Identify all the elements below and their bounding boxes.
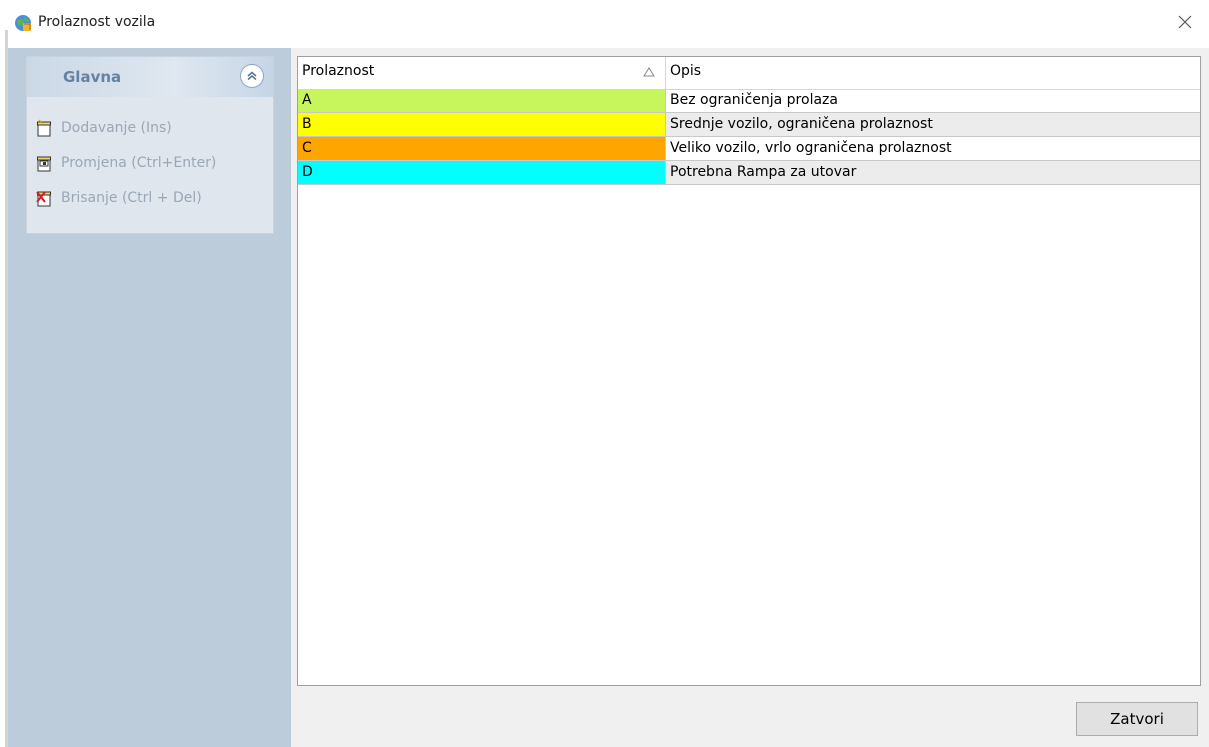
nav-item-label: Promjena (Ctrl+Enter) xyxy=(61,155,217,171)
nav-item-brisanje[interactable]: Brisanje (Ctrl + Del) xyxy=(33,187,267,209)
column-header-opis[interactable]: Opis xyxy=(666,57,1200,89)
window-title: Prolaznost vozila xyxy=(38,14,156,30)
globe-app-icon xyxy=(15,15,31,31)
edit-document-icon xyxy=(37,156,51,172)
column-header-label: Prolaznost xyxy=(302,63,375,79)
table-row[interactable]: A Bez ograničenja prolaza xyxy=(298,89,1200,113)
cell-opis: Srednje vozilo, ograničena prolaznost xyxy=(666,113,1200,136)
nav-item-dodavanje[interactable]: Dodavanje (Ins) xyxy=(33,117,267,139)
close-icon[interactable] xyxy=(1175,12,1195,32)
nav-group-header[interactable]: Glavna xyxy=(27,57,273,97)
cell-opis: Potrebna Rampa za utovar xyxy=(666,161,1200,184)
cell-opis: Veliko vozilo, vrlo ograničena prolaznos… xyxy=(670,140,952,156)
table-row[interactable]: D Potrebna Rampa za utovar xyxy=(298,161,1200,185)
grid-header: Prolaznost Opis xyxy=(298,57,1200,90)
new-document-icon xyxy=(37,119,51,137)
cell-opis: Bez ograničenja prolaza xyxy=(670,92,838,108)
title-bar: Prolaznost vozila xyxy=(0,0,1209,48)
cell-prolaznost: C xyxy=(298,137,666,160)
nav-item-label: Dodavanje (Ins) xyxy=(61,120,172,136)
cell-prolaznost: A xyxy=(298,89,666,112)
column-header-prolaznost[interactable]: Prolaznost xyxy=(298,57,666,89)
nav-item-label: Brisanje (Ctrl + Del) xyxy=(61,190,202,206)
nav-group-title: Glavna xyxy=(63,68,122,86)
table-row[interactable]: B Srednje vozilo, ograničena prolaznost xyxy=(298,113,1200,137)
column-header-label: Opis xyxy=(670,63,702,79)
nav-group-glavna: Glavna Dodavanje (Ins) Promjena (Ctrl+En… xyxy=(26,56,274,234)
data-grid[interactable]: Prolaznost Opis A Bez ograničenja prolaz… xyxy=(297,56,1201,686)
delete-document-icon xyxy=(36,191,51,207)
sort-ascending-icon xyxy=(643,67,655,77)
cell-prolaznost: D xyxy=(298,161,666,184)
double-chevron-up-icon xyxy=(247,71,257,81)
collapse-button[interactable] xyxy=(240,64,264,88)
table-row[interactable]: C Veliko vozilo, vrlo ograničena prolazn… xyxy=(298,137,1200,161)
nav-item-promjena[interactable]: Promjena (Ctrl+Enter) xyxy=(33,152,267,174)
cell-prolaznost: B xyxy=(298,113,666,136)
close-button[interactable]: Zatvori xyxy=(1076,702,1198,736)
